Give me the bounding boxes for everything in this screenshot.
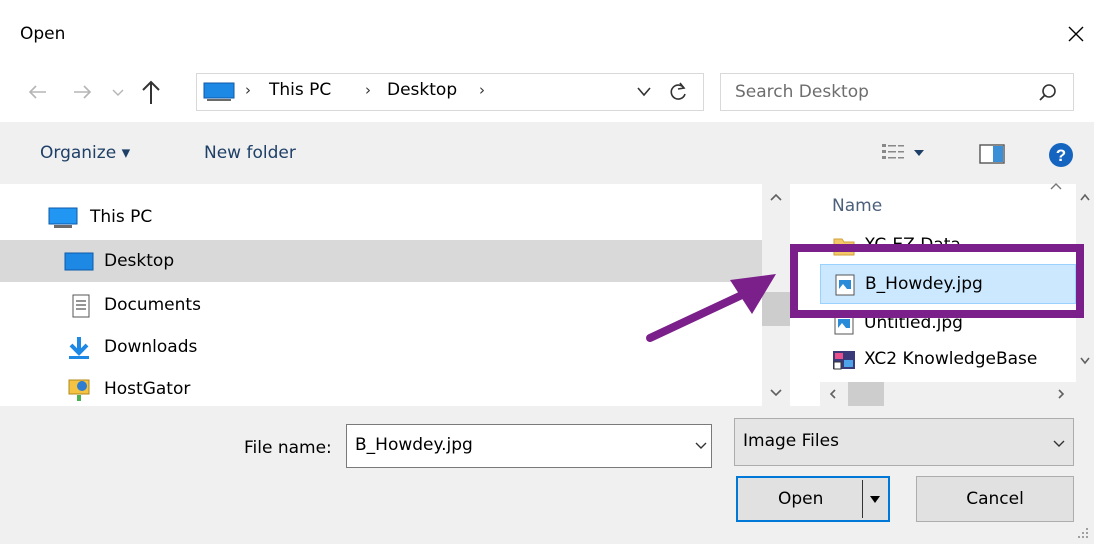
chevron-down-icon[interactable]: [693, 439, 709, 453]
file-type-select[interactable]: Image Files: [734, 418, 1074, 466]
file-type-value: Image Files: [743, 431, 839, 451]
breadcrumb-separator[interactable]: ›: [479, 81, 485, 99]
nav-item-label: This PC: [90, 207, 153, 227]
computer-icon: [203, 82, 235, 101]
annotation-arrow-icon: [646, 274, 776, 342]
cancel-button-label: Cancel: [966, 489, 1024, 509]
window-title: Open: [20, 24, 66, 44]
address-bar[interactable]: › This PC › Desktop ›: [196, 73, 704, 111]
scroll-up-icon[interactable]: [1079, 192, 1091, 202]
forward-arrow-icon[interactable]: [68, 78, 96, 106]
cancel-button[interactable]: Cancel: [916, 476, 1074, 522]
nav-item-label: Desktop: [104, 251, 175, 271]
shortcut-icon: [833, 351, 855, 370]
search-placeholder: Search Desktop: [735, 82, 869, 102]
up-arrow-icon[interactable]: [136, 76, 166, 108]
file-name: XC2 KnowledgeBase: [864, 349, 1038, 369]
column-header-name[interactable]: Name: [832, 196, 882, 216]
svg-text:?: ?: [1056, 146, 1066, 165]
new-folder-button[interactable]: New folder: [204, 143, 296, 163]
chevron-down-icon: [1053, 440, 1065, 447]
breadcrumb-this-pc[interactable]: This PC: [269, 80, 331, 100]
scroll-up-icon[interactable]: [769, 192, 783, 202]
network-location-icon: [68, 379, 90, 401]
sort-up-icon: [1050, 183, 1062, 190]
preview-pane-icon[interactable]: [978, 142, 1008, 166]
resize-grip-icon[interactable]: [1076, 526, 1090, 540]
file-name-label: File name:: [244, 438, 332, 458]
documents-icon: [72, 294, 90, 318]
horizontal-scrollbar-thumb[interactable]: [848, 382, 884, 406]
title-bar: Open: [0, 0, 1094, 72]
search-input[interactable]: Search Desktop: [720, 73, 1074, 111]
breadcrumb-separator[interactable]: ›: [365, 81, 371, 99]
nav-item-this-pc[interactable]: This PC: [0, 196, 762, 238]
help-icon[interactable]: ?: [1048, 142, 1074, 168]
close-icon: [1068, 26, 1084, 42]
search-icon[interactable]: [1037, 82, 1059, 104]
computer-icon: [48, 207, 78, 228]
recent-locations-icon[interactable]: [108, 80, 128, 104]
scroll-left-icon[interactable]: [828, 388, 838, 400]
scroll-down-icon[interactable]: [769, 388, 783, 398]
refresh-icon[interactable]: [664, 78, 692, 106]
open-button-label: Open: [778, 489, 824, 509]
nav-item-label: Documents: [104, 295, 201, 315]
chevron-down-icon[interactable]: [634, 84, 654, 100]
breadcrumb-desktop[interactable]: Desktop: [387, 80, 457, 100]
scroll-right-icon[interactable]: [1056, 388, 1066, 400]
breadcrumb-separator[interactable]: ›: [245, 81, 251, 99]
downloads-icon: [69, 337, 89, 359]
scroll-down-icon[interactable]: [1079, 356, 1091, 366]
file-row[interactable]: XC2 KnowledgeBase: [820, 340, 1076, 380]
back-arrow-icon[interactable]: [24, 78, 52, 106]
file-name-input[interactable]: B_Howdey.jpg: [346, 424, 712, 468]
nav-item-label: Downloads: [104, 337, 198, 357]
nav-item-hostgator[interactable]: HostGator: [0, 368, 762, 410]
organize-button[interactable]: Organize ▾: [40, 143, 130, 163]
close-button[interactable]: [1058, 14, 1094, 54]
change-view-icon[interactable]: [880, 140, 930, 166]
open-button[interactable]: Open: [736, 476, 890, 522]
desktop-icon: [64, 252, 94, 271]
file-name-value: B_Howdey.jpg: [355, 435, 473, 455]
split-divider: [862, 480, 863, 518]
caret-down-icon[interactable]: [868, 490, 882, 508]
annotation-highlight-box: [790, 244, 1084, 318]
nav-item-label: HostGator: [104, 379, 191, 399]
